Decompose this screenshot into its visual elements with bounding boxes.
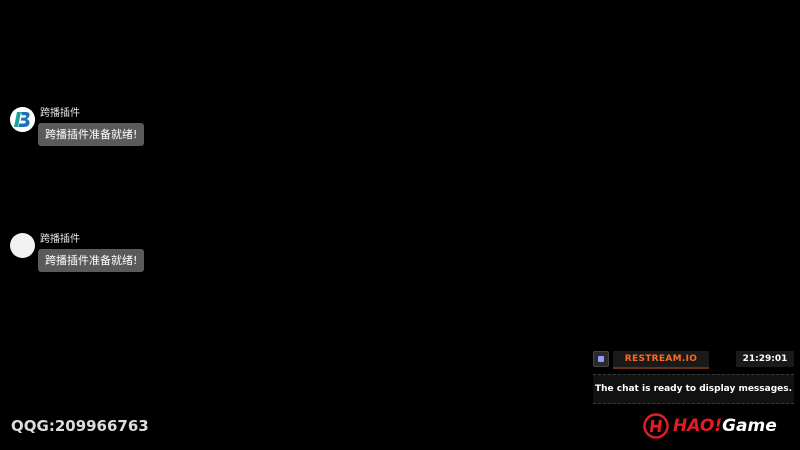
- restream-status-message: The chat is ready to display messages.: [594, 384, 793, 394]
- chat-message-bubble: 跨播插件准备就绪!: [38, 123, 145, 146]
- stream-overlay: 跨播插件 跨播插件准备就绪! 跨播插件 跨播插件准备就绪! RESTREAM.I…: [0, 0, 800, 450]
- hao-game-logo: HAO!Game: [643, 411, 793, 441]
- blank-avatar: [10, 233, 35, 258]
- hao-game-wordmark: HAO!Game: [673, 413, 777, 439]
- hao-prefix: HAO!: [673, 416, 723, 436]
- chat-message-bubble: 跨播插件准备就绪!: [38, 249, 145, 272]
- hao-suffix: Game: [722, 416, 777, 436]
- chat-sender-name: 跨播插件: [40, 108, 80, 119]
- restream-message-panel: The chat is ready to display messages.: [593, 374, 794, 404]
- b-logo-icon: [10, 107, 35, 132]
- chat-message: 跨播插件 跨播插件准备就绪!: [10, 233, 170, 273]
- restream-brand-label: RESTREAM.IO: [613, 351, 709, 369]
- restream-header: RESTREAM.IO 21:29:01: [591, 348, 796, 370]
- restream-clock: 21:29:01: [736, 351, 794, 367]
- qq-group-watermark: QQG:209966763: [11, 417, 149, 435]
- chat-sender-name: 跨播插件: [40, 234, 80, 245]
- restream-chat-widget: RESTREAM.IO 21:29:01 The chat is ready t…: [591, 348, 796, 406]
- chat-message: 跨播插件 跨播插件准备就绪!: [10, 107, 170, 147]
- hao-h-icon: [643, 413, 669, 439]
- restream-logo-icon: [593, 351, 609, 367]
